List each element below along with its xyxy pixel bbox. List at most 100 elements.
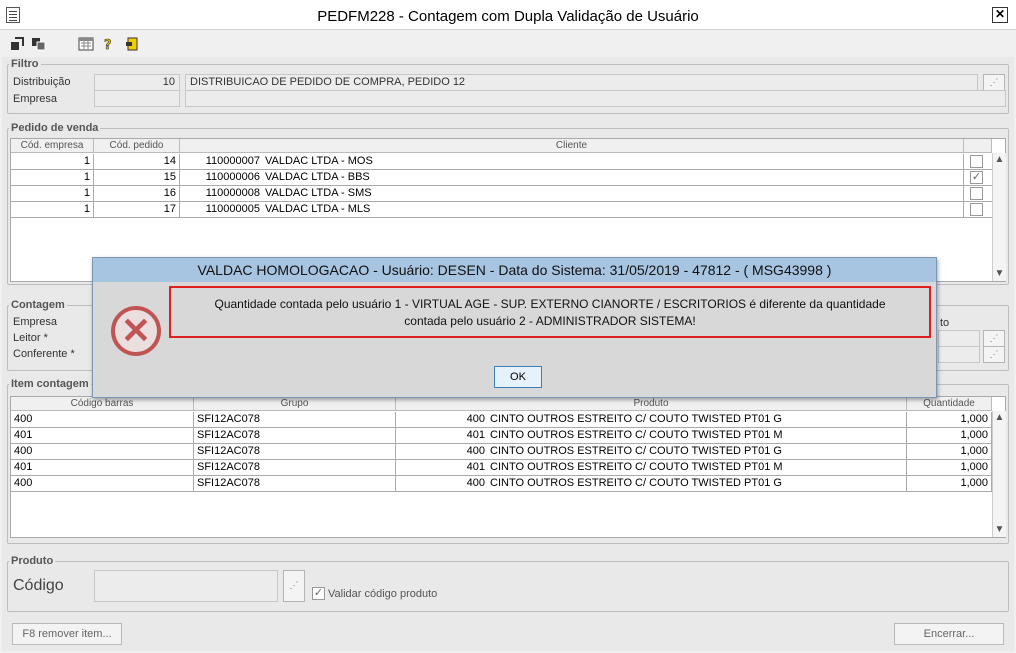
row-checkbox[interactable] bbox=[970, 187, 983, 200]
dialog-message: Quantidade contada pelo usuário 1 - VIRT… bbox=[169, 286, 931, 338]
title-bar: PEDFM228 - Contagem com Dupla Validação … bbox=[0, 0, 1016, 30]
cell-produto-name: CINTO OUTROS ESTREITO C/ COUTO TWISTED P… bbox=[487, 460, 907, 476]
cell-barras: 400 bbox=[11, 476, 194, 492]
cell-cliente-name: VALDAC LTDA - BBS bbox=[262, 170, 964, 186]
distribuicao-label: Distribuição bbox=[13, 76, 71, 88]
pedido-row[interactable]: 1 17 110000005 VALDAC LTDA - MLS bbox=[11, 202, 992, 218]
col-cod-empresa[interactable]: Cód. empresa bbox=[11, 139, 94, 153]
dialog-title: VALDAC HOMOLOGACAO - Usuário: DESEN - Da… bbox=[93, 258, 936, 282]
cell-quantidade: 1,000 bbox=[907, 444, 992, 460]
cell-barras: 401 bbox=[11, 460, 194, 476]
cell-cliente-name: VALDAC LTDA - SMS bbox=[262, 186, 964, 202]
cell-barras: 401 bbox=[11, 428, 194, 444]
cell-pedido: 17 bbox=[94, 202, 180, 218]
item-row[interactable]: 400 SFI12AC078 400 CINTO OUTROS ESTREITO… bbox=[11, 476, 992, 492]
distribuicao-code-field[interactable]: 10 bbox=[94, 74, 180, 91]
row-checkbox[interactable] bbox=[970, 203, 983, 216]
contagem-legend: Contagem bbox=[11, 299, 65, 311]
cell-quantidade: 1,000 bbox=[907, 428, 992, 444]
leitor-lookup-button[interactable]: ⋰ bbox=[983, 330, 1005, 347]
col-grupo[interactable]: Grupo bbox=[194, 397, 396, 411]
scroll-up-icon[interactable]: ▲ bbox=[993, 153, 1006, 167]
item-row[interactable]: 401 SFI12AC078 401 CINTO OUTROS ESTREITO… bbox=[11, 428, 992, 444]
cell-produto-name: CINTO OUTROS ESTREITO C/ COUTO TWISTED P… bbox=[487, 476, 907, 492]
distribuicao-lookup-button[interactable]: ⋰ bbox=[983, 74, 1005, 91]
contagem-empresa-label: Empresa bbox=[13, 316, 58, 328]
export-icon[interactable] bbox=[9, 37, 25, 51]
codigo-produto-input[interactable] bbox=[94, 570, 278, 602]
close-button[interactable]: ✕ bbox=[992, 7, 1008, 23]
dialog-message-line1: Quantidade contada pelo usuário 1 - VIRT… bbox=[214, 297, 886, 311]
copy-icon[interactable] bbox=[31, 37, 47, 51]
cell-produto-name: CINTO OUTROS ESTREITO C/ COUTO TWISTED P… bbox=[487, 444, 907, 460]
error-glyph: ✕ bbox=[120, 310, 152, 351]
scroll-down-icon[interactable]: ▼ bbox=[993, 523, 1006, 537]
empresa-desc-field bbox=[185, 90, 1006, 107]
cell-cliente-code: 110000006 bbox=[205, 171, 260, 183]
help-icon[interactable]: ? bbox=[101, 37, 117, 54]
cell-quantidade: 1,000 bbox=[907, 476, 992, 492]
col-cliente[interactable]: Cliente bbox=[180, 139, 964, 153]
encerrar-button[interactable]: Encerrar... bbox=[894, 623, 1004, 645]
cell-barras: 400 bbox=[11, 412, 194, 428]
cell-grupo: SFI12AC078 bbox=[194, 444, 396, 460]
pedido-row[interactable]: 1 16 110000008 VALDAC LTDA - SMS bbox=[11, 186, 992, 202]
ok-button[interactable]: OK bbox=[494, 366, 542, 388]
cell-produto-code: 400 bbox=[466, 477, 485, 489]
pedido-row[interactable]: 1 14 110000007 VALDAC LTDA - MOS bbox=[11, 154, 992, 170]
scroll-up-icon[interactable]: ▲ bbox=[993, 411, 1006, 425]
cell-produto-code: 400 bbox=[466, 413, 485, 425]
cell-cliente-code: 110000007 bbox=[205, 155, 260, 167]
produto-lookup-button[interactable]: ⋰ bbox=[283, 570, 305, 602]
pedido-scrollbar[interactable]: ▲ ▼ bbox=[992, 153, 1006, 281]
exit-icon[interactable] bbox=[124, 37, 140, 51]
item-row[interactable]: 401 SFI12AC078 401 CINTO OUTROS ESTREITO… bbox=[11, 460, 992, 476]
dialog-message-line2: contada pelo usuário 2 - ADMINISTRADOR S… bbox=[404, 314, 696, 328]
window-title: PEDFM228 - Contagem com Dupla Validação … bbox=[317, 8, 699, 25]
leitor-desc-field bbox=[938, 330, 980, 347]
cell-produto-code: 401 bbox=[466, 429, 485, 441]
empresa-field[interactable] bbox=[94, 90, 180, 107]
col-check[interactable] bbox=[964, 139, 992, 153]
item-legend: Item contagem bbox=[11, 378, 89, 390]
pedido-row[interactable]: 1 15 110000006 VALDAC LTDA - BBS ✓ bbox=[11, 170, 992, 186]
cell-empresa: 1 bbox=[11, 202, 94, 218]
produto-legend: Produto bbox=[11, 555, 54, 567]
item-scrollbar[interactable]: ▲ ▼ bbox=[992, 411, 1006, 537]
empresa-label: Empresa bbox=[13, 93, 58, 105]
remover-item-button[interactable]: F8 remover item... bbox=[12, 623, 122, 645]
cell-grupo: SFI12AC078 bbox=[194, 412, 396, 428]
cell-empresa: 1 bbox=[11, 186, 94, 202]
cell-produto-name: CINTO OUTROS ESTREITO C/ COUTO TWISTED P… bbox=[487, 412, 907, 428]
validar-label[interactable]: Validar código produto bbox=[328, 588, 437, 600]
filtro-legend: Filtro bbox=[11, 58, 39, 70]
codigo-label: Código bbox=[13, 577, 64, 594]
cell-cliente-name: VALDAC LTDA - MLS bbox=[262, 202, 964, 218]
col-quantidade[interactable]: Quantidade bbox=[907, 397, 992, 411]
cell-grupo: SFI12AC078 bbox=[194, 460, 396, 476]
cell-pedido: 14 bbox=[94, 154, 180, 170]
item-grid: Código barras Grupo Produto Quantidade 4… bbox=[10, 396, 1006, 538]
col-cod-pedido[interactable]: Cód. pedido bbox=[94, 139, 180, 153]
conferente-lookup-button[interactable]: ⋰ bbox=[983, 346, 1005, 363]
calculator-icon[interactable] bbox=[78, 37, 94, 51]
cell-quantidade: 1,000 bbox=[907, 460, 992, 476]
validar-checkbox[interactable]: ✓ bbox=[312, 587, 325, 600]
col-produto[interactable]: Produto bbox=[396, 397, 907, 411]
row-checkbox[interactable]: ✓ bbox=[970, 171, 983, 184]
pedido-legend: Pedido de venda bbox=[11, 122, 99, 134]
cell-cliente-name: VALDAC LTDA - MOS bbox=[262, 154, 964, 170]
toolbar: ? bbox=[0, 31, 1016, 57]
error-icon: ✕ bbox=[111, 306, 161, 356]
cell-grupo: SFI12AC078 bbox=[194, 476, 396, 492]
item-row[interactable]: 400 SFI12AC078 400 CINTO OUTROS ESTREITO… bbox=[11, 444, 992, 460]
contagem-right-label: to bbox=[940, 317, 950, 329]
cell-barras: 400 bbox=[11, 444, 194, 460]
col-codigo-barras[interactable]: Código barras bbox=[11, 397, 194, 411]
item-row[interactable]: 400 SFI12AC078 400 CINTO OUTROS ESTREITO… bbox=[11, 412, 992, 428]
row-checkbox[interactable] bbox=[970, 155, 983, 168]
scroll-down-icon[interactable]: ▼ bbox=[993, 267, 1006, 281]
conferente-label: Conferente * bbox=[13, 348, 75, 360]
conferente-desc-field bbox=[938, 346, 980, 363]
cell-produto-name: CINTO OUTROS ESTREITO C/ COUTO TWISTED P… bbox=[487, 428, 907, 444]
